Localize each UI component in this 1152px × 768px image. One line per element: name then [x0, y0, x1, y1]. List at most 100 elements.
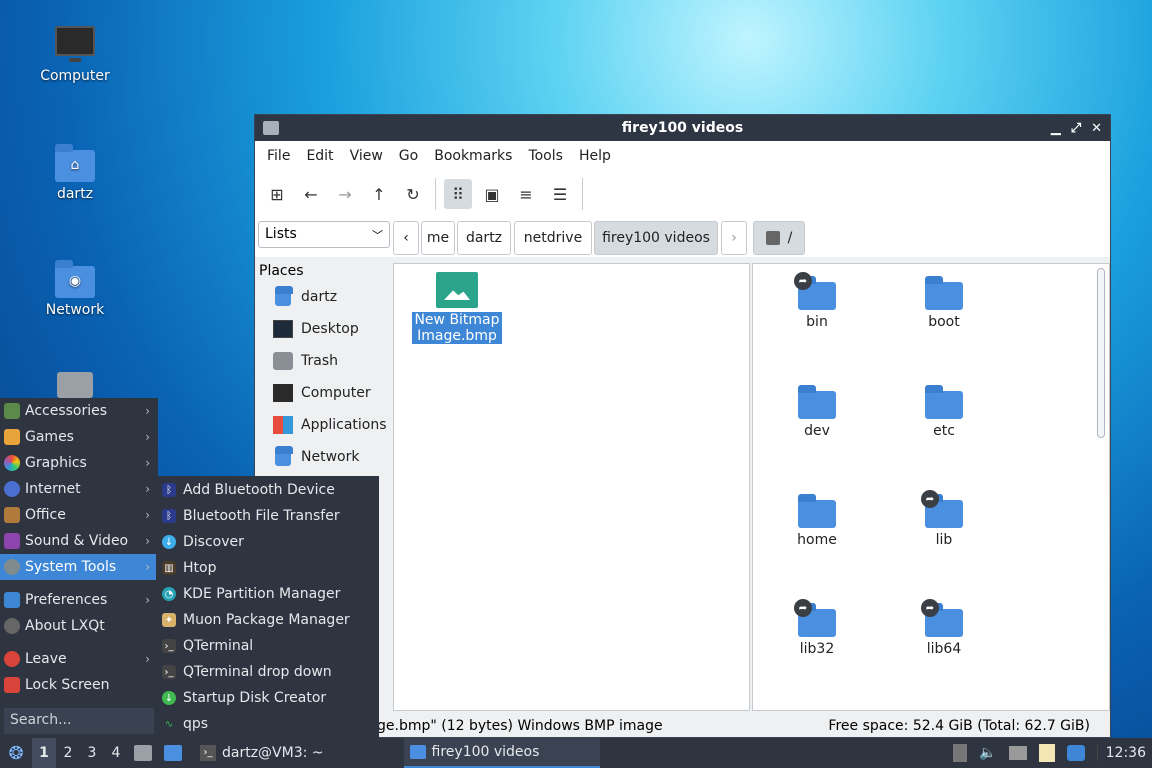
left-file-pane[interactable]: New Bitmap Image.bmp: [393, 263, 750, 711]
new-tab-icon[interactable]: ⊞: [263, 179, 291, 209]
up-icon[interactable]: ↑: [365, 179, 393, 209]
drive-icon: [765, 231, 780, 245]
menu-bookmarks[interactable]: Bookmarks: [426, 148, 520, 164]
sidebar-item-trash[interactable]: Trash: [255, 345, 390, 377]
window-titlebar[interactable]: firey100 videos ▁ ⤢ ✕: [255, 115, 1110, 141]
vertical-scrollbar[interactable]: [1097, 268, 1105, 438]
forward-icon[interactable]: →: [331, 179, 359, 209]
taskbar-terminal[interactable]: ›_ dartz@VM3: ~: [194, 738, 330, 768]
menu-item-add-bluetooth[interactable]: ᛒ Add Bluetooth Device: [156, 477, 379, 503]
workspace-1[interactable]: 1: [32, 738, 56, 768]
folder-item[interactable]: dev: [772, 383, 862, 439]
clipboard-icon[interactable]: [1038, 744, 1055, 762]
menu-item-graphics[interactable]: Graphics ›: [0, 450, 158, 476]
menu-item-qterminal-dropdown[interactable]: ›_ QTerminal drop down: [156, 659, 379, 685]
menu-help[interactable]: Help: [571, 148, 619, 164]
menu-item-accessories[interactable]: Accessories ›: [0, 398, 158, 424]
workspace-2[interactable]: 2: [56, 745, 80, 761]
breadcrumb-root[interactable]: /: [753, 221, 805, 255]
folder-icon: ➦: [921, 490, 965, 528]
bluetooth-icon: ᛒ: [162, 509, 176, 523]
folder-item[interactable]: ➦ lib32: [772, 599, 862, 657]
menu-item-internet[interactable]: Internet ›: [0, 476, 158, 502]
menu-item-office[interactable]: Office ›: [0, 502, 158, 528]
view-mode-select[interactable]: Lists ﹀: [258, 221, 390, 248]
menu-item-startup-disk[interactable]: ↓ Startup Disk Creator: [156, 685, 379, 711]
clock[interactable]: 12:36: [1096, 745, 1146, 761]
menubar: File Edit View Go Bookmarks Tools Help: [255, 141, 1110, 171]
menu-edit[interactable]: Edit: [298, 148, 341, 164]
file-manager-launcher-icon[interactable]: [158, 738, 188, 768]
network-icon[interactable]: [1008, 746, 1027, 760]
sidebar-item-computer[interactable]: Computer: [255, 377, 390, 409]
start-menu-icon[interactable]: ❂: [0, 738, 32, 768]
menu-go[interactable]: Go: [391, 148, 426, 164]
desktop-icon-home[interactable]: ⌂ dartz: [25, 142, 125, 202]
sidebar-item-desktop[interactable]: Desktop: [255, 313, 390, 345]
menu-item-htop[interactable]: ▥ Htop: [156, 555, 379, 581]
menu-view[interactable]: View: [342, 148, 391, 164]
volume-icon[interactable]: 🔈: [979, 745, 996, 761]
minimize-button[interactable]: ▁: [1051, 121, 1061, 136]
menu-search-input[interactable]: Search...: [4, 708, 154, 734]
menu-item-about[interactable]: About LXQt: [0, 613, 158, 639]
sidebar-item-dartz[interactable]: dartz: [255, 281, 390, 313]
workspace-4[interactable]: 4: [104, 745, 128, 761]
breadcrumb-dartz[interactable]: dartz: [457, 221, 511, 255]
desktop-icon-computer[interactable]: Computer: [25, 24, 125, 84]
menu-item-bluetooth-transfer[interactable]: ᛒ Bluetooth File Transfer: [156, 503, 379, 529]
menu-item-system-tools[interactable]: System Tools ›: [0, 554, 158, 580]
workspace-3[interactable]: 3: [80, 745, 104, 761]
menu-item-lock-screen[interactable]: Lock Screen: [0, 672, 158, 698]
taskbar-file-manager[interactable]: firey100 videos: [403, 738, 600, 768]
menu-item-partition-manager[interactable]: ◔ KDE Partition Manager: [156, 581, 379, 607]
office-icon: [4, 507, 20, 523]
desktop-icon-label: dartz: [56, 186, 94, 202]
detailed-list-icon[interactable]: ☰: [546, 179, 574, 209]
menu-item-discover[interactable]: ↓ Discover: [156, 529, 379, 555]
desktop-icon-label: Computer: [40, 68, 110, 84]
power-icon: [4, 651, 20, 667]
show-desktop-icon[interactable]: [128, 738, 158, 768]
menu-item-preferences[interactable]: Preferences ›: [0, 587, 158, 613]
menu-item-games[interactable]: Games ›: [0, 424, 158, 450]
menu-item-qps[interactable]: ∿ qps: [156, 711, 379, 737]
folder-item[interactable]: ➦ bin: [772, 272, 862, 330]
back-icon[interactable]: ←: [297, 179, 325, 209]
thumbnail-view-icon[interactable]: ▣: [478, 179, 506, 209]
htop-icon: ▥: [162, 561, 176, 575]
crumb-scroll-left-button[interactable]: ‹: [393, 221, 419, 255]
folder-item[interactable]: boot: [899, 274, 989, 330]
sidebar-item-applications[interactable]: Applications: [255, 409, 390, 441]
menu-item-sound-video[interactable]: Sound & Video ›: [0, 528, 158, 554]
updates-icon[interactable]: [1066, 745, 1085, 761]
menu-item-muon[interactable]: ✦ Muon Package Manager: [156, 607, 379, 633]
computer-icon: [273, 384, 293, 402]
breadcrumb-home[interactable]: me: [421, 221, 455, 255]
menu-item-qterminal[interactable]: ›_ QTerminal: [156, 633, 379, 659]
folder-item[interactable]: etc: [899, 383, 989, 439]
file-item[interactable]: New Bitmap Image.bmp: [412, 272, 502, 344]
folder-icon: [796, 492, 838, 528]
symlink-icon: ➦: [921, 490, 939, 508]
close-button[interactable]: ✕: [1091, 121, 1102, 136]
sidebar-item-label: Computer: [301, 385, 371, 401]
desktop-icon-network[interactable]: ◉ Network: [25, 258, 125, 318]
folder-item[interactable]: ➦ lib: [899, 490, 989, 548]
crumb-scroll-right-button[interactable]: ›: [721, 221, 747, 255]
breadcrumb-netdrive[interactable]: netdrive: [514, 221, 592, 255]
tray-expand-icon[interactable]: [953, 744, 968, 762]
breadcrumb-current[interactable]: firey100 videos: [594, 221, 718, 255]
maximize-button[interactable]: ⤢: [1071, 121, 1081, 136]
menu-tools[interactable]: Tools: [520, 148, 571, 164]
reload-icon[interactable]: ↻: [399, 179, 427, 209]
menu-file[interactable]: File: [259, 148, 298, 164]
menu-item-leave[interactable]: Leave ›: [0, 646, 158, 672]
sidebar-item-network[interactable]: Network: [255, 441, 390, 473]
right-file-pane[interactable]: ➦ bin boot dev etc home ➦ lib ➦ lib32 ➦ …: [752, 263, 1110, 711]
compact-view-icon[interactable]: ≡: [512, 179, 540, 209]
folder-item[interactable]: ➦ lib64: [899, 599, 989, 657]
icon-view-icon[interactable]: ⠿: [444, 179, 472, 209]
folder-item[interactable]: home: [772, 492, 862, 548]
status-bar: ge.bmp" (12 bytes) Windows BMP image Fre…: [255, 715, 1110, 737]
